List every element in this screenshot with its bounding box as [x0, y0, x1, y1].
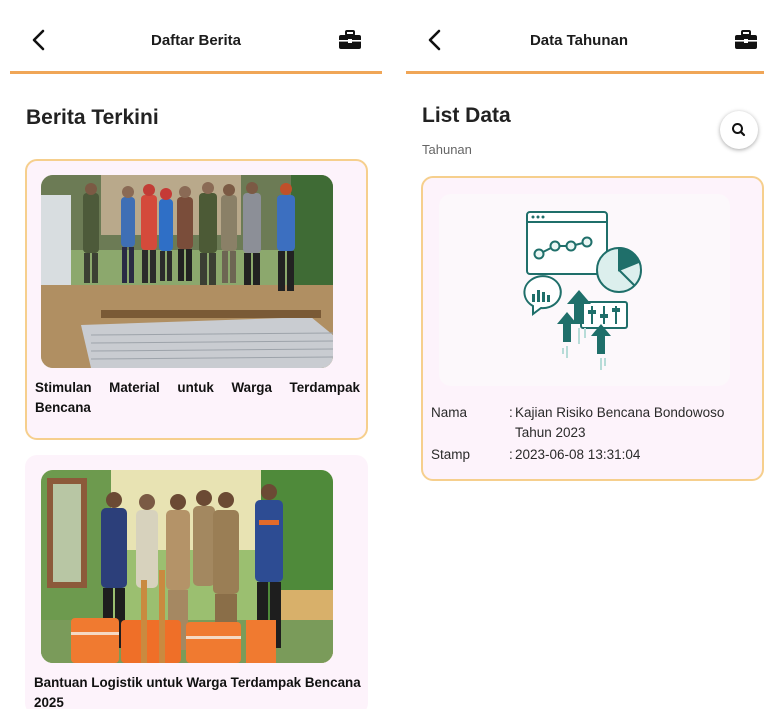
search-icon: [732, 123, 746, 137]
app-bar-divider: [10, 71, 382, 74]
page-title: Data Tahunan: [529, 32, 629, 49]
app-bar-divider: [406, 71, 764, 74]
news-photo-image: [41, 470, 333, 663]
news-photo: [41, 470, 333, 663]
news-list-screen: Daftar Berita Berita Terkini Stimulan Ma…: [10, 0, 382, 709]
news-title: Bantuan Logistik untuk Warga Terdampak B…: [34, 675, 361, 709]
app-bar: Daftar Berita: [10, 8, 382, 74]
news-photo-image: [41, 175, 333, 368]
stamp-value: 2023-06-08 13:31:04: [515, 447, 641, 462]
data-card[interactable]: Nama : Kajian Risiko Bencana Bondowoso T…: [421, 176, 764, 481]
news-title: Stimulan Material untuk Warga Terdampak …: [35, 380, 360, 415]
stamp-label: Stamp: [431, 447, 471, 462]
name-value: Kajian Risiko Bencana Bondowoso Tahun 20…: [515, 405, 725, 440]
name-separator: :: [509, 405, 513, 420]
section-title: Berita Terkini: [26, 106, 159, 129]
search-button[interactable]: [720, 111, 758, 149]
stamp-separator: :: [509, 447, 513, 462]
name-row: Nama : Kajian Risiko Bencana Bondowoso T…: [431, 403, 751, 443]
page-title: Daftar Berita: [150, 32, 242, 49]
app-bar: Data Tahunan: [406, 8, 764, 74]
section-title: List Data: [422, 104, 511, 127]
data-illustration: [439, 194, 730, 386]
briefcase-icon[interactable]: [338, 30, 362, 50]
analytics-illustration-icon: [523, 211, 642, 370]
news-photo: [41, 175, 333, 368]
section-subtitle: Tahunan: [422, 142, 472, 157]
news-card[interactable]: Stimulan Material untuk Warga Terdampak …: [25, 159, 368, 440]
stamp-row: Stamp : 2023-06-08 13:31:04: [431, 445, 751, 465]
news-card[interactable]: Bantuan Logistik untuk Warga Terdampak B…: [25, 455, 368, 709]
briefcase-icon[interactable]: [734, 30, 758, 50]
name-label: Nama: [431, 405, 468, 420]
annual-data-screen: Data Tahunan List Data Tahunan Nama: Ka…: [406, 0, 764, 709]
